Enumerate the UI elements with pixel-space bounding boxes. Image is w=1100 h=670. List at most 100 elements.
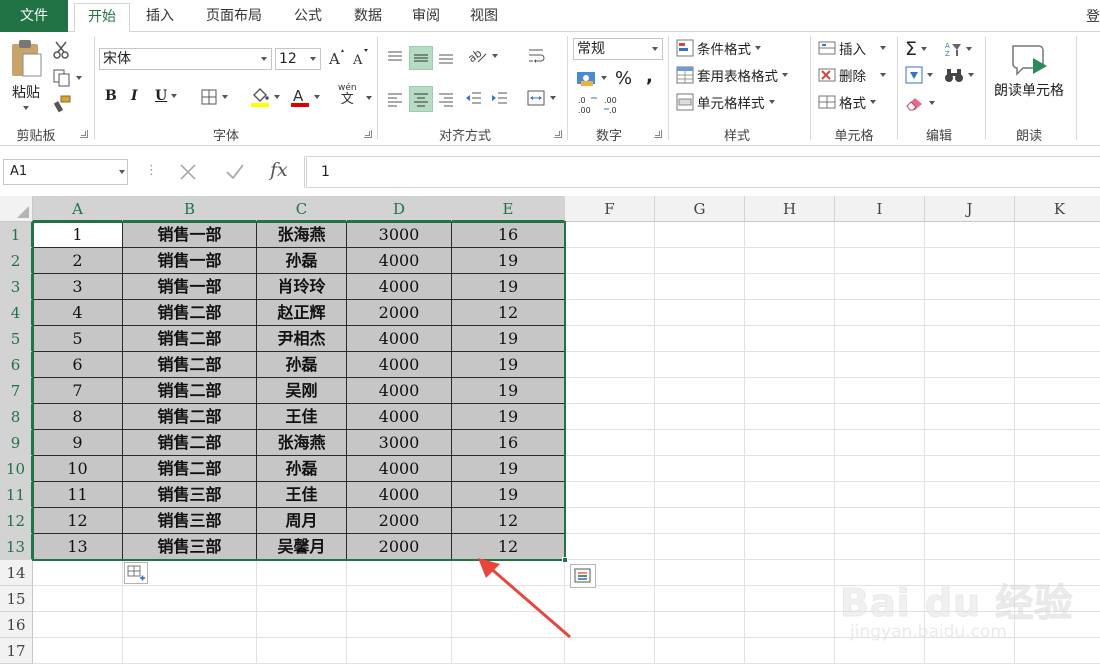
borders-button[interactable] — [200, 88, 228, 106]
cell-a5[interactable]: 5 — [33, 326, 123, 352]
cell-a4[interactable]: 4 — [33, 300, 123, 326]
cell-d1[interactable]: 3000 — [347, 222, 452, 248]
cell-i9[interactable] — [835, 430, 925, 456]
cell-j8[interactable] — [925, 404, 1015, 430]
cell-g8[interactable] — [655, 404, 745, 430]
cell-a14[interactable] — [33, 560, 123, 586]
cell-f11[interactable] — [565, 482, 655, 508]
cell-f5[interactable] — [565, 326, 655, 352]
cell-g9[interactable] — [655, 430, 745, 456]
cell-g3[interactable] — [655, 274, 745, 300]
cell-c15[interactable] — [257, 586, 347, 612]
column-header-a[interactable]: A — [33, 196, 123, 222]
cell-a17[interactable] — [33, 638, 123, 664]
formula-bar-grip-icon[interactable]: ⋮ — [145, 163, 158, 178]
cell-c6[interactable]: 孙磊 — [257, 352, 347, 378]
paste-button[interactable]: 粘贴 — [8, 38, 44, 110]
bold-button[interactable]: B — [105, 88, 117, 104]
cell-f12[interactable] — [565, 508, 655, 534]
cell-b16[interactable] — [123, 612, 257, 638]
cell-e8[interactable]: 19 — [452, 404, 565, 430]
cell-b8[interactable]: 销售二部 — [123, 404, 257, 430]
cell-h5[interactable] — [745, 326, 835, 352]
column-header-h[interactable]: H — [745, 196, 835, 222]
cell-b5[interactable]: 销售二部 — [123, 326, 257, 352]
cell-e1[interactable]: 16 — [452, 222, 565, 248]
cell-j10[interactable] — [925, 456, 1015, 482]
cell-c17[interactable] — [257, 638, 347, 664]
cell-h7[interactable] — [745, 378, 835, 404]
decrease-font-button[interactable]: A — [352, 48, 370, 66]
cell-g10[interactable] — [655, 456, 745, 482]
cell-b6[interactable]: 销售二部 — [123, 352, 257, 378]
column-header-i[interactable]: I — [835, 196, 925, 222]
cell-g13[interactable] — [655, 534, 745, 560]
cell-j2[interactable] — [925, 248, 1015, 274]
cell-g11[interactable] — [655, 482, 745, 508]
row-header-16[interactable]: 16 — [0, 612, 33, 638]
cell-f7[interactable] — [565, 378, 655, 404]
row-header-13[interactable]: 13 — [0, 534, 33, 560]
row-header-14[interactable]: 14 — [0, 560, 33, 586]
cell-c4[interactable]: 赵正辉 — [257, 300, 347, 326]
cell-d4[interactable]: 2000 — [347, 300, 452, 326]
tab-home[interactable]: 开始 — [74, 3, 130, 33]
cell-k8[interactable] — [1015, 404, 1100, 430]
cell-j12[interactable] — [925, 508, 1015, 534]
font-color-button[interactable]: A — [290, 86, 320, 108]
cell-e6[interactable]: 19 — [452, 352, 565, 378]
column-header-e[interactable]: E — [452, 196, 565, 222]
row-header-6[interactable]: 6 — [0, 352, 33, 378]
insert-cells-button[interactable]: 插入 — [818, 38, 886, 58]
tab-page-layout[interactable]: 页面布局 — [196, 3, 272, 32]
copy-button[interactable] — [52, 68, 82, 88]
cell-d3[interactable]: 4000 — [347, 274, 452, 300]
format-as-table-button[interactable]: 套用表格格式 — [676, 65, 788, 85]
cell-g4[interactable] — [655, 300, 745, 326]
cell-i3[interactable] — [835, 274, 925, 300]
italic-button[interactable]: I — [131, 88, 138, 104]
cell-h6[interactable] — [745, 352, 835, 378]
cell-k13[interactable] — [1015, 534, 1100, 560]
cell-h15[interactable] — [745, 586, 835, 612]
cell-d12[interactable]: 2000 — [347, 508, 452, 534]
column-header-c[interactable]: C — [257, 196, 347, 222]
font-size-dropdown[interactable]: 12 — [275, 48, 321, 70]
percent-button[interactable]: % — [615, 68, 632, 89]
align-bottom-button[interactable] — [436, 46, 458, 68]
row-header-17[interactable]: 17 — [0, 638, 33, 664]
cell-a13[interactable]: 13 — [33, 534, 123, 560]
name-box[interactable]: A1 — [3, 159, 128, 185]
cell-c2[interactable]: 孙磊 — [257, 248, 347, 274]
cell-d15[interactable] — [347, 586, 452, 612]
cell-f9[interactable] — [565, 430, 655, 456]
increase-font-button[interactable]: A — [328, 48, 346, 66]
cell-i10[interactable] — [835, 456, 925, 482]
row-header-5[interactable]: 5 — [0, 326, 33, 352]
number-launcher-icon[interactable] — [654, 130, 662, 138]
cell-h12[interactable] — [745, 508, 835, 534]
cell-b12[interactable]: 销售三部 — [123, 508, 257, 534]
cell-h1[interactable] — [745, 222, 835, 248]
cell-a12[interactable]: 12 — [33, 508, 123, 534]
accounting-format-button[interactable] — [575, 68, 607, 88]
cell-d8[interactable]: 4000 — [347, 404, 452, 430]
cell-h17[interactable] — [745, 638, 835, 664]
row-header-12[interactable]: 12 — [0, 508, 33, 534]
align-left-button[interactable] — [385, 88, 407, 110]
number-format-dropdown[interactable]: 常规 — [573, 38, 663, 60]
cell-c1[interactable]: 张海燕 — [257, 222, 347, 248]
row-header-11[interactable]: 11 — [0, 482, 33, 508]
cell-h11[interactable] — [745, 482, 835, 508]
cell-j5[interactable] — [925, 326, 1015, 352]
cell-d17[interactable] — [347, 638, 452, 664]
cell-b11[interactable]: 销售三部 — [123, 482, 257, 508]
tab-review[interactable]: 审阅 — [402, 3, 450, 32]
row-header-4[interactable]: 4 — [0, 300, 33, 326]
cell-j13[interactable] — [925, 534, 1015, 560]
cell-d14[interactable] — [347, 560, 452, 586]
cell-k12[interactable] — [1015, 508, 1100, 534]
cell-e5[interactable]: 19 — [452, 326, 565, 352]
cell-k3[interactable] — [1015, 274, 1100, 300]
cell-g6[interactable] — [655, 352, 745, 378]
